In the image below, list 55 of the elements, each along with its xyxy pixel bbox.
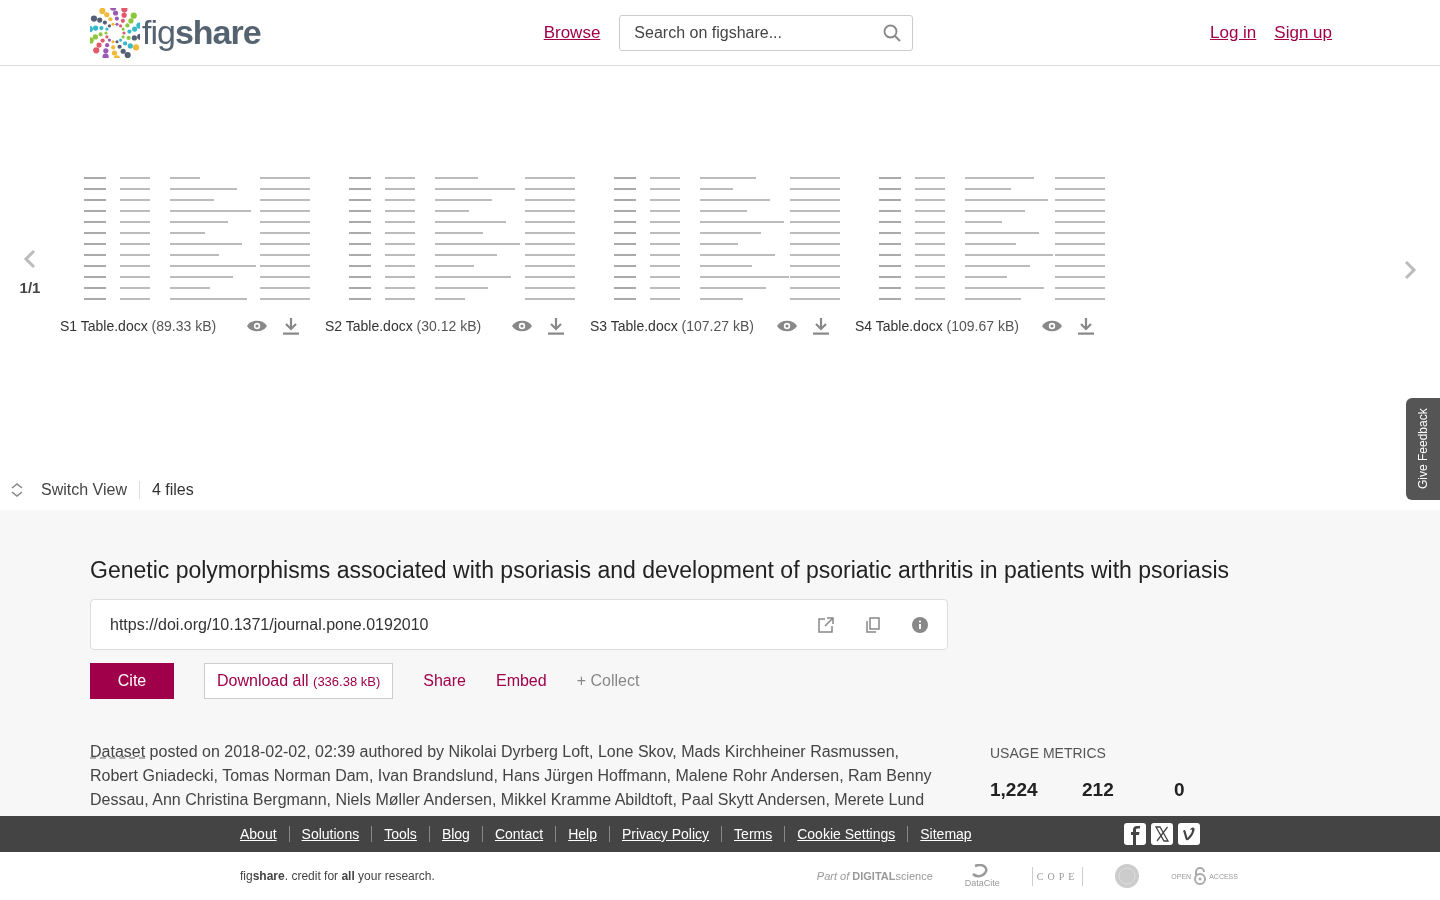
file-name[interactable]: S2 Table.docx (30.12 kB) xyxy=(325,318,497,334)
footer-link[interactable]: Sitemap xyxy=(907,826,984,842)
footer-link[interactable]: About xyxy=(228,826,289,842)
footer-link[interactable]: Help xyxy=(555,826,609,842)
vimeo-icon[interactable] xyxy=(1177,823,1200,845)
download-icon[interactable] xyxy=(547,317,565,335)
page-counter: 1/1 xyxy=(19,279,41,296)
cite-button[interactable]: Cite xyxy=(90,663,174,699)
tagline-text: figshare. credit for all your research. xyxy=(240,869,435,883)
auth-link[interactable]: Log in xyxy=(1210,22,1257,43)
metric-value: 1,224 xyxy=(990,779,1039,801)
file-count: 4 files xyxy=(151,481,194,499)
download-icon[interactable] xyxy=(812,317,830,335)
search-icon[interactable] xyxy=(883,23,902,42)
download-icon[interactable] xyxy=(282,317,300,335)
switch-icon[interactable] xyxy=(11,483,23,497)
auth-link[interactable]: Sign up xyxy=(1274,22,1332,43)
footer-link[interactable]: Privacy Policy xyxy=(608,826,722,842)
footer-link[interactable]: Terms xyxy=(721,826,785,842)
byline-text: Dataset posted on 2018-02-02, 02:39 authored by Nikolai Dyrberg Loft, Lone Skov, Mads Kirchheiner Rasmussen, Robert Gniadecki, Tomas Norman Dam, Ivan Brandslund, Hans Jürgen Hoffmann, Malene Rohr Andersen, Ram Benny Dessau, Ann Christina Bergmann, Niels Møller Andersen, Mikkel Kramme Abildtoft, Paal Skytt Andersen, Merete Lund xyxy=(90,742,933,810)
footer-link[interactable]: Blog xyxy=(428,826,482,842)
eye-icon[interactable] xyxy=(776,319,798,333)
embed-link[interactable]: Embed xyxy=(495,672,547,690)
footer-link[interactable]: Tools xyxy=(371,826,429,842)
doi-link[interactable]: https://doi.org/10.1371/journal.pone.0192010 xyxy=(110,615,786,634)
metric-value: 0 xyxy=(1174,779,1186,801)
file-name[interactable]: S4 Table.docx (109.67 kB) xyxy=(855,318,1027,334)
item-title: Genetic polymorphisms associated with psoriasis and development of psoriatic arthritis in patients with psoriasis xyxy=(90,556,1230,585)
footer-link[interactable]: Contact xyxy=(481,826,556,842)
dataset-link[interactable]: Dataset xyxy=(90,743,146,760)
external-link-icon[interactable] xyxy=(818,616,834,633)
metric-value: 212 xyxy=(1082,779,1115,801)
eye-icon[interactable] xyxy=(1041,319,1063,333)
eye-icon[interactable] xyxy=(511,319,533,333)
previous-icon[interactable] xyxy=(23,249,37,269)
x-icon[interactable] xyxy=(1150,823,1173,845)
browse-link[interactable]: Browse xyxy=(543,22,601,43)
figshare-logo[interactable]: figshare xyxy=(90,7,261,58)
search-field[interactable]: Search on figshare... xyxy=(619,14,914,51)
eye-icon[interactable] xyxy=(246,319,268,333)
facebook-icon[interactable] xyxy=(1123,823,1146,845)
footer-link[interactable]: Solutions xyxy=(288,826,372,842)
feedback-tab[interactable]: Give Feedback xyxy=(1406,398,1440,500)
share-link[interactable]: Share xyxy=(423,672,466,690)
metrics-heading: USAGE METRICS xyxy=(990,745,1107,761)
info-icon[interactable] xyxy=(912,616,928,633)
download-all-button[interactable]: Download all (336.38 kB) xyxy=(204,663,394,699)
download-icon[interactable] xyxy=(1077,317,1095,335)
next-icon[interactable] xyxy=(1403,260,1417,280)
switch-view-button[interactable]: Switch View xyxy=(41,481,140,499)
copy-icon[interactable] xyxy=(866,616,880,633)
footer-link[interactable]: Cookie Settings xyxy=(784,826,908,842)
file-name[interactable]: S3 Table.docx (107.27 kB) xyxy=(590,318,762,334)
logo-icon xyxy=(90,7,140,58)
file-name[interactable]: S1 Table.docx (89.33 kB) xyxy=(60,318,232,334)
